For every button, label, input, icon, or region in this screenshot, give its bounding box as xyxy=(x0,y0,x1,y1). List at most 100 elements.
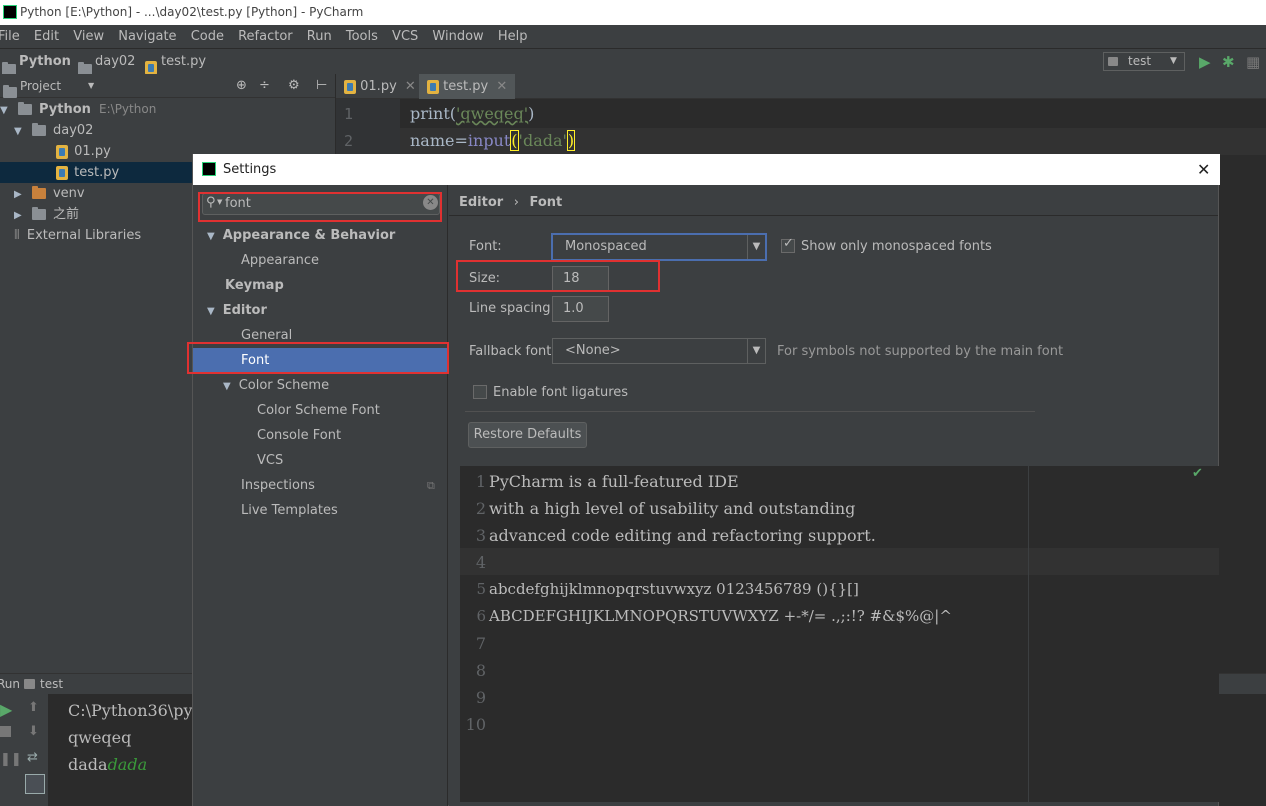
tree-editor[interactable]: ▼ Editor xyxy=(207,298,267,323)
tree-root[interactable]: ▼ Python E:\Python xyxy=(0,99,156,120)
breadcrumb-folder[interactable]: day02 xyxy=(95,49,135,75)
expand-icon: ▼ xyxy=(0,105,8,116)
tab-label: 01.py xyxy=(360,79,397,94)
line-number: 2 xyxy=(344,132,354,150)
tree-color-scheme-font[interactable]: Color Scheme Font xyxy=(257,398,380,423)
dialog-titlebar: Settings ✕ xyxy=(193,154,1220,185)
font-preview-editor[interactable]: ✔ 1 PyCharm is a full-featured IDE 2 with … xyxy=(460,466,1219,802)
console-line: qweqeq xyxy=(68,728,132,747)
down-arrow-icon[interactable]: ⬇ xyxy=(28,724,39,739)
editor-tabs: 01.py ✕ test.py ✕ xyxy=(336,74,1266,99)
settings-dialog: Settings ✕ ⚲ ▼ font ✕ ▼ Appearance & Beha… xyxy=(187,154,1220,806)
tree-item-prev[interactable]: ▶ 之前 xyxy=(14,204,79,225)
code-token: ) xyxy=(566,130,576,151)
tree-label: Editor xyxy=(222,303,267,318)
preview-line: 2 with a high level of usability and outs… xyxy=(460,495,856,522)
menu-tools[interactable]: Tools xyxy=(346,29,378,44)
tree-label: Color Scheme xyxy=(238,378,330,393)
menu-file[interactable]: File xyxy=(0,29,20,44)
menu-edit[interactable]: Edit xyxy=(34,29,59,44)
run-config-select[interactable]: test ▼ xyxy=(1103,52,1185,71)
chevron-down-icon: ▼ xyxy=(1170,56,1177,66)
line-number: 3 xyxy=(475,526,486,545)
code-token: ) xyxy=(528,104,535,123)
close-icon[interactable]: ✕ xyxy=(405,79,416,94)
tab-01py[interactable]: 01.py ✕ xyxy=(336,74,424,99)
tree-appearance-behavior[interactable]: ▼ Appearance & Behavior xyxy=(207,223,395,248)
collapse-icon: ▶ xyxy=(14,189,22,200)
menu-view[interactable]: View xyxy=(73,29,104,44)
fallback-font-label: Fallback font: xyxy=(469,344,556,359)
window-title: Python [E:\Python] - ...\day02\test.py [… xyxy=(20,5,364,19)
line-number: 7 xyxy=(475,634,486,653)
tree-item-01py[interactable]: 01.py xyxy=(56,141,111,162)
rerun-icon[interactable]: ▶ xyxy=(0,700,12,719)
python-config-icon xyxy=(1108,57,1118,66)
python-file-icon xyxy=(427,79,439,94)
scroll-to-end-icon[interactable] xyxy=(25,774,45,794)
tree-item-day02[interactable]: ▼ day02 xyxy=(14,120,93,141)
tree-inspections[interactable]: Inspections xyxy=(241,473,315,498)
tree-item-external-libraries[interactable]: ⦀ External Libraries xyxy=(14,225,141,246)
collapse-all-icon[interactable]: ÷ xyxy=(259,74,270,98)
preview-line: 10 xyxy=(460,711,489,738)
font-select-value: Monospaced xyxy=(565,239,647,254)
chevron-down-icon: ▼ xyxy=(747,235,765,259)
run-config-tab[interactable]: test xyxy=(40,674,63,695)
line-spacing-input[interactable]: 1.0 xyxy=(552,296,609,322)
tree-live-templates[interactable]: Live Templates xyxy=(241,498,338,523)
project-view-label[interactable]: Project xyxy=(20,74,61,98)
tree-item-label: 01.py xyxy=(74,144,111,159)
preview-text: abcdefghijklmnopqrstuvwxyz 0123456789 ()… xyxy=(489,580,859,598)
menu-window[interactable]: Window xyxy=(432,29,483,44)
mono-only-checkbox[interactable]: ✓ xyxy=(781,236,795,253)
menu-vcs[interactable]: VCS xyxy=(392,29,418,44)
code-token: ( xyxy=(510,130,519,151)
gear-icon[interactable]: ⚙ xyxy=(288,74,300,98)
menu-refactor[interactable]: Refactor xyxy=(238,29,293,44)
close-icon[interactable]: ✕ xyxy=(496,79,507,94)
debug-icon[interactable]: ✱ xyxy=(1222,49,1235,75)
stop-icon[interactable] xyxy=(0,726,11,737)
run-icon[interactable]: ▶ xyxy=(1199,49,1211,75)
code-token: name xyxy=(410,131,455,150)
tree-keymap[interactable]: Keymap xyxy=(225,273,284,298)
font-select[interactable]: Monospaced ▼ xyxy=(552,234,766,260)
tree-label: Appearance & Behavior xyxy=(222,228,396,243)
run-panel-label: Run xyxy=(0,677,21,691)
pause-icon[interactable]: ❚❚ xyxy=(0,752,22,767)
project-settings-icon: ⧉ xyxy=(427,479,435,492)
hide-panel-icon[interactable]: ⊢ xyxy=(316,74,327,98)
tab-testpy[interactable]: test.py ✕ xyxy=(419,74,516,99)
fallback-font-select[interactable]: <None> ▼ xyxy=(552,338,766,364)
coverage-icon[interactable]: ▦ xyxy=(1246,49,1260,75)
menu-help[interactable]: Help xyxy=(498,29,528,44)
menu-bar: File Edit View Navigate Code Refactor Ru… xyxy=(0,25,1266,48)
console-text: dada xyxy=(68,755,108,774)
restore-defaults-button[interactable]: Restore Defaults xyxy=(468,422,587,448)
breadcrumb-file[interactable]: test.py xyxy=(161,49,206,75)
chevron-down-icon[interactable]: ▼ xyxy=(88,74,94,98)
menu-navigate[interactable]: Navigate xyxy=(118,29,176,44)
code-token: input xyxy=(467,131,511,150)
code-token: 'dada' xyxy=(518,131,567,150)
tree-item-label: venv xyxy=(52,186,85,201)
tree-appearance[interactable]: Appearance xyxy=(241,248,319,273)
menu-run[interactable]: Run xyxy=(307,29,332,44)
tree-vcs[interactable]: VCS xyxy=(257,448,283,473)
code-line-1: print('qweqeq') xyxy=(410,104,534,123)
tree-color-scheme[interactable]: ▼ Color Scheme xyxy=(223,373,329,398)
ligatures-checkbox[interactable] xyxy=(473,385,487,399)
breadcrumb-project[interactable]: Python xyxy=(19,49,71,75)
close-icon[interactable]: ✕ xyxy=(1197,154,1210,185)
soft-wrap-icon[interactable]: ⇄ xyxy=(27,750,38,765)
preview-line: 3 advanced code editing and refactoring s… xyxy=(460,522,876,549)
navigation-bar: Python day02 test.py test ▼ ▶ ✱ ▦ xyxy=(0,48,1266,75)
tree-item-venv[interactable]: ▶ venv xyxy=(14,183,85,204)
tree-item-label: day02 xyxy=(52,123,94,138)
menu-code[interactable]: Code xyxy=(191,29,224,44)
tree-console-font[interactable]: Console Font xyxy=(257,423,341,448)
mono-only-label: Show only monospaced fonts xyxy=(801,239,992,254)
scroll-from-source-icon[interactable]: ⊕ xyxy=(236,74,247,98)
up-arrow-icon[interactable]: ⬆ xyxy=(28,700,39,715)
